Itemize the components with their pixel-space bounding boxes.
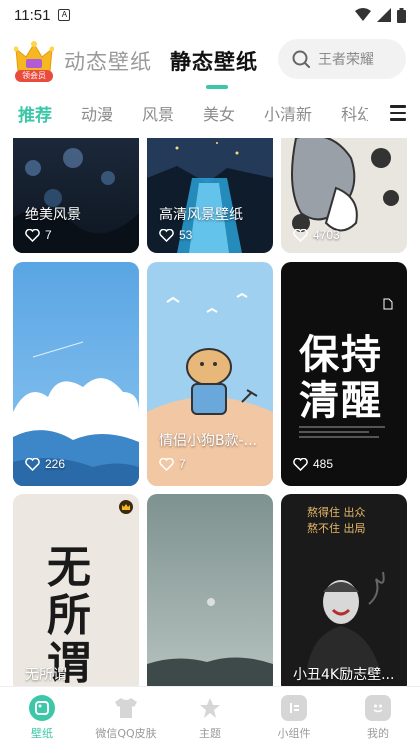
nav-skin[interactable]: 微信QQ皮肤	[84, 687, 168, 747]
wallpaper-card[interactable]: 4703	[281, 138, 407, 253]
bottom-navigation: 壁纸 微信QQ皮肤 主题 小组件 我的	[0, 686, 420, 747]
category-recommended[interactable]: 推荐	[18, 101, 52, 126]
status-bar: 11:51 A	[0, 0, 420, 30]
wallpaper-image-dog-couple	[147, 262, 273, 486]
category-menu-button[interactable]	[390, 105, 406, 121]
active-tab-indicator	[206, 85, 228, 89]
vip-crown-badge-icon	[119, 500, 133, 514]
category-scifi[interactable]: 科幻	[341, 101, 368, 125]
wallpaper-card[interactable]: 绝美风景 7	[13, 138, 139, 253]
heart-icon[interactable]	[159, 457, 174, 471]
nav-label: 我的	[367, 727, 389, 740]
heart-icon[interactable]	[293, 228, 308, 242]
heart-icon[interactable]	[293, 457, 308, 471]
wallpaper-card[interactable]: 226	[13, 262, 139, 486]
poster-fine-print	[299, 426, 389, 438]
nav-label: 主题	[199, 727, 221, 740]
like-count: 4703	[313, 228, 340, 242]
category-scenery[interactable]: 风景	[142, 101, 174, 125]
search-placeholder: 王者荣耀	[318, 52, 374, 68]
profile-icon	[365, 695, 391, 721]
theme-icon	[197, 695, 223, 721]
signal-icon	[377, 8, 391, 22]
vip-crown-button[interactable]: 领会员	[13, 41, 55, 82]
card-caption: 绝美风景	[25, 207, 81, 223]
card-likes: 4703	[293, 228, 340, 242]
heart-icon[interactable]	[25, 457, 40, 471]
status-time: 11:51	[14, 6, 51, 24]
nav-label: 微信QQ皮肤	[95, 727, 157, 740]
nav-wallpaper[interactable]: 壁纸	[0, 687, 84, 747]
like-count: 7	[179, 457, 186, 471]
card-caption: 高清风景壁纸	[159, 207, 243, 223]
wallpaper-image-moon-mountains	[147, 494, 273, 686]
card-caption: 小丑4K励志壁...	[293, 667, 395, 683]
like-count: 485	[313, 457, 334, 471]
wallpaper-image-blue-clouds	[13, 262, 139, 486]
like-count: 226	[45, 457, 66, 471]
like-count: 7	[45, 228, 52, 242]
nav-label: 壁纸	[31, 727, 53, 740]
category-beauty[interactable]: 美女	[203, 101, 235, 125]
nav-profile[interactable]: 我的	[336, 687, 420, 747]
wallpaper-card[interactable]	[147, 494, 273, 686]
poster-text-line-1: 熬得住 出众	[307, 506, 366, 519]
app-header: 领会员 动态壁纸 静态壁纸 王者荣耀	[0, 36, 420, 89]
wallpaper-card[interactable]: 保持 清醒 485	[281, 262, 407, 486]
heart-icon[interactable]	[25, 228, 40, 242]
nav-theme[interactable]: 主题	[168, 687, 252, 747]
search-icon	[292, 50, 310, 68]
nav-widgets[interactable]: 小组件	[252, 687, 336, 747]
tab-live-wallpaper[interactable]: 动态壁纸	[64, 46, 152, 76]
category-tabs: 推荐 动漫 风景 美女 小清新 科幻	[0, 96, 420, 130]
search-box[interactable]: 王者荣耀	[278, 39, 406, 79]
tshirt-icon	[113, 695, 139, 721]
nav-label: 小组件	[277, 727, 311, 740]
card-likes: 485	[293, 457, 333, 471]
vip-label: 领会员	[15, 70, 53, 82]
status-icons	[355, 7, 406, 23]
category-fresh[interactable]: 小清新	[264, 101, 312, 125]
card-caption: 情侣小狗B款-...	[159, 433, 258, 449]
like-count: 53	[179, 228, 193, 242]
heart-icon[interactable]	[159, 228, 174, 242]
file-icon	[383, 298, 393, 310]
notification-a-icon: A	[58, 9, 71, 21]
card-likes: 226	[25, 457, 65, 471]
poster-text-line-2: 清醒	[299, 378, 383, 424]
wallpaper-card[interactable]: 情侣小狗B款-... 7	[147, 262, 273, 486]
wallpaper-card[interactable]: 熬得住 出众 熬不住 出局 小丑4K励志壁...	[281, 494, 407, 686]
card-likes: 53	[159, 228, 192, 242]
card-likes: 7	[159, 457, 186, 471]
wifi-icon	[355, 8, 371, 21]
wallpaper-card[interactable]: 无所谓 无所谓	[13, 494, 139, 686]
card-caption: 无所谓	[25, 667, 67, 683]
category-anime[interactable]: 动漫	[81, 101, 113, 125]
battery-icon	[397, 7, 406, 23]
tab-static-wallpaper-label: 静态壁纸	[170, 50, 258, 74]
card-likes: 7	[25, 228, 52, 242]
wallpaper-grid: 绝美风景 7 高清风景壁纸 53 4703 226 情侣小狗B款-... 7 保…	[0, 138, 420, 686]
tab-static-wallpaper[interactable]: 静态壁纸	[170, 46, 258, 89]
poster-text-line-2: 熬不住 出局	[307, 522, 366, 535]
category-scroll: 推荐 动漫 风景 美女 小清新 科幻	[0, 96, 368, 130]
widget-icon	[281, 695, 307, 721]
joker-figure	[306, 571, 385, 674]
wallpaper-card[interactable]: 高清风景壁纸 53	[147, 138, 273, 253]
wallpaper-nav-icon	[29, 695, 55, 721]
